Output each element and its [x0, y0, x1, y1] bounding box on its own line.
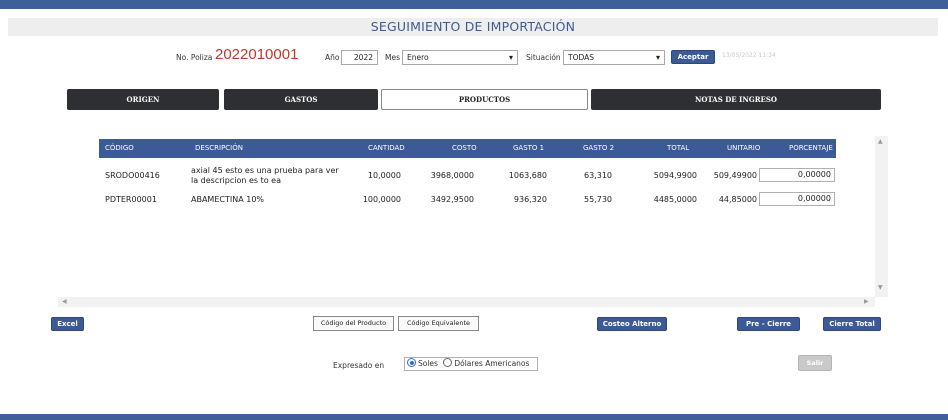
chevron-down-icon: ▾ [655, 53, 660, 62]
cell-codigo: SRODO00416 [105, 171, 160, 180]
cell-total: 4485,0000 [653, 195, 697, 204]
mes-select[interactable]: Enero ▾ [402, 50, 518, 65]
costeo-alterno-button[interactable]: Costeo Alterno [597, 317, 667, 331]
mes-select-value: Enero [407, 53, 429, 62]
cell-costo: 3968,0000 [430, 171, 474, 180]
cierre-total-button[interactable]: Cierre Total [823, 317, 881, 331]
aceptar-button[interactable]: Aceptar [671, 50, 715, 64]
col-porcentaje: PORCENTAJE [789, 144, 833, 152]
cell-cantidad: 100,0000 [362, 195, 401, 204]
scroll-up-icon[interactable]: ▲ [878, 138, 883, 145]
col-costo: COSTO [452, 144, 477, 152]
cell-total: 5094,9900 [653, 171, 697, 180]
poliza-number: 2022010001 [215, 46, 299, 63]
pre-cierre-button[interactable]: Pre - Cierre [737, 317, 800, 331]
col-total: TOTAL [667, 144, 690, 152]
currency-radio-group: Soles Dólares Americanos [404, 357, 538, 371]
table-header: CÓDIGO DESCRIPCIÓN CANTIDAD COSTO GASTO … [99, 139, 836, 158]
salir-button[interactable]: Salir [798, 355, 832, 371]
cell-gasto1: 1063,680 [508, 171, 547, 180]
expresado-label: Expresado en [333, 361, 385, 370]
anio-input[interactable]: 2022 [341, 50, 378, 65]
codigo-producto-button[interactable]: Código del Producto [313, 316, 394, 331]
chevron-down-icon: ▾ [508, 53, 513, 62]
scroll-down-icon[interactable]: ▼ [878, 284, 883, 291]
cell-codigo: PDTER00001 [105, 195, 157, 204]
scroll-left-icon[interactable]: ◀ [62, 298, 67, 305]
porcentaje-input[interactable]: 0,00000 [759, 168, 835, 182]
dolares-radio[interactable] [443, 358, 453, 367]
bottom-bar [0, 414, 948, 420]
situacion-label: Situación [526, 53, 561, 62]
table-row[interactable]: SRODO00416 axial 45 esto es una prueba p… [99, 166, 836, 188]
soles-label: Soles [418, 359, 438, 368]
col-descripcion: DESCRIPCIÓN [195, 144, 243, 152]
page-title: SEGUIMIENTO DE IMPORTACIÓN [8, 18, 938, 36]
cell-descripcion: axial 45 esto es una prueba para ver [191, 166, 339, 175]
col-cantidad: CANTIDAD [368, 144, 405, 152]
tab-origen[interactable]: ORIGEN [67, 89, 219, 110]
table-row[interactable]: PDTER00001 ABAMECTINA 10% 100,0000 3492,… [99, 192, 836, 208]
tab-gastos[interactable]: GASTOS [224, 89, 378, 110]
horizontal-scrollbar[interactable]: ◀ ▶ [58, 297, 875, 307]
cell-costo: 3492,9500 [430, 195, 474, 204]
vertical-scrollbar[interactable]: ▲ ▼ [875, 136, 888, 297]
col-gasto2: GASTO 2 [583, 144, 615, 152]
mes-label: Mes [385, 53, 400, 62]
top-bar [0, 0, 948, 9]
anio-label: Año [325, 53, 340, 62]
codigo-equivalente-button[interactable]: Código Equivalente [398, 316, 479, 331]
situacion-select-value: TODAS [568, 53, 595, 62]
timestamp: 13/05/2022 11:34 [722, 52, 776, 59]
cell-descripcion: ABAMECTINA 10% [191, 195, 265, 204]
cell-gasto2: 55,730 [584, 195, 612, 204]
excel-button[interactable]: Excel [51, 317, 84, 331]
cell-gasto2: 63,310 [584, 171, 612, 180]
cell-unitario: 44,85000 [718, 195, 757, 204]
col-unitario: UNITARIO [727, 144, 761, 152]
soles-radio[interactable] [407, 358, 416, 367]
cell-unitario: 509,49900 [713, 171, 757, 180]
scroll-right-icon[interactable]: ▶ [864, 298, 869, 305]
porcentaje-input[interactable]: 0,00000 [759, 192, 835, 206]
dolares-label: Dólares Americanos [454, 359, 530, 368]
cell-cantidad: 10,0000 [367, 171, 401, 180]
tab-notas-ingreso[interactable]: NOTAS DE INGRESO [591, 89, 881, 110]
poliza-label: No. Poliza [176, 53, 213, 62]
col-codigo: CÓDIGO [105, 144, 134, 152]
col-gasto1: GASTO 1 [513, 144, 545, 152]
situacion-select[interactable]: TODAS ▾ [563, 50, 665, 65]
tab-productos[interactable]: PRODUCTOS [381, 89, 588, 110]
cell-gasto1: 936,320 [513, 195, 547, 204]
cell-descripcion-line2: la descripcion es to ea [191, 176, 281, 185]
